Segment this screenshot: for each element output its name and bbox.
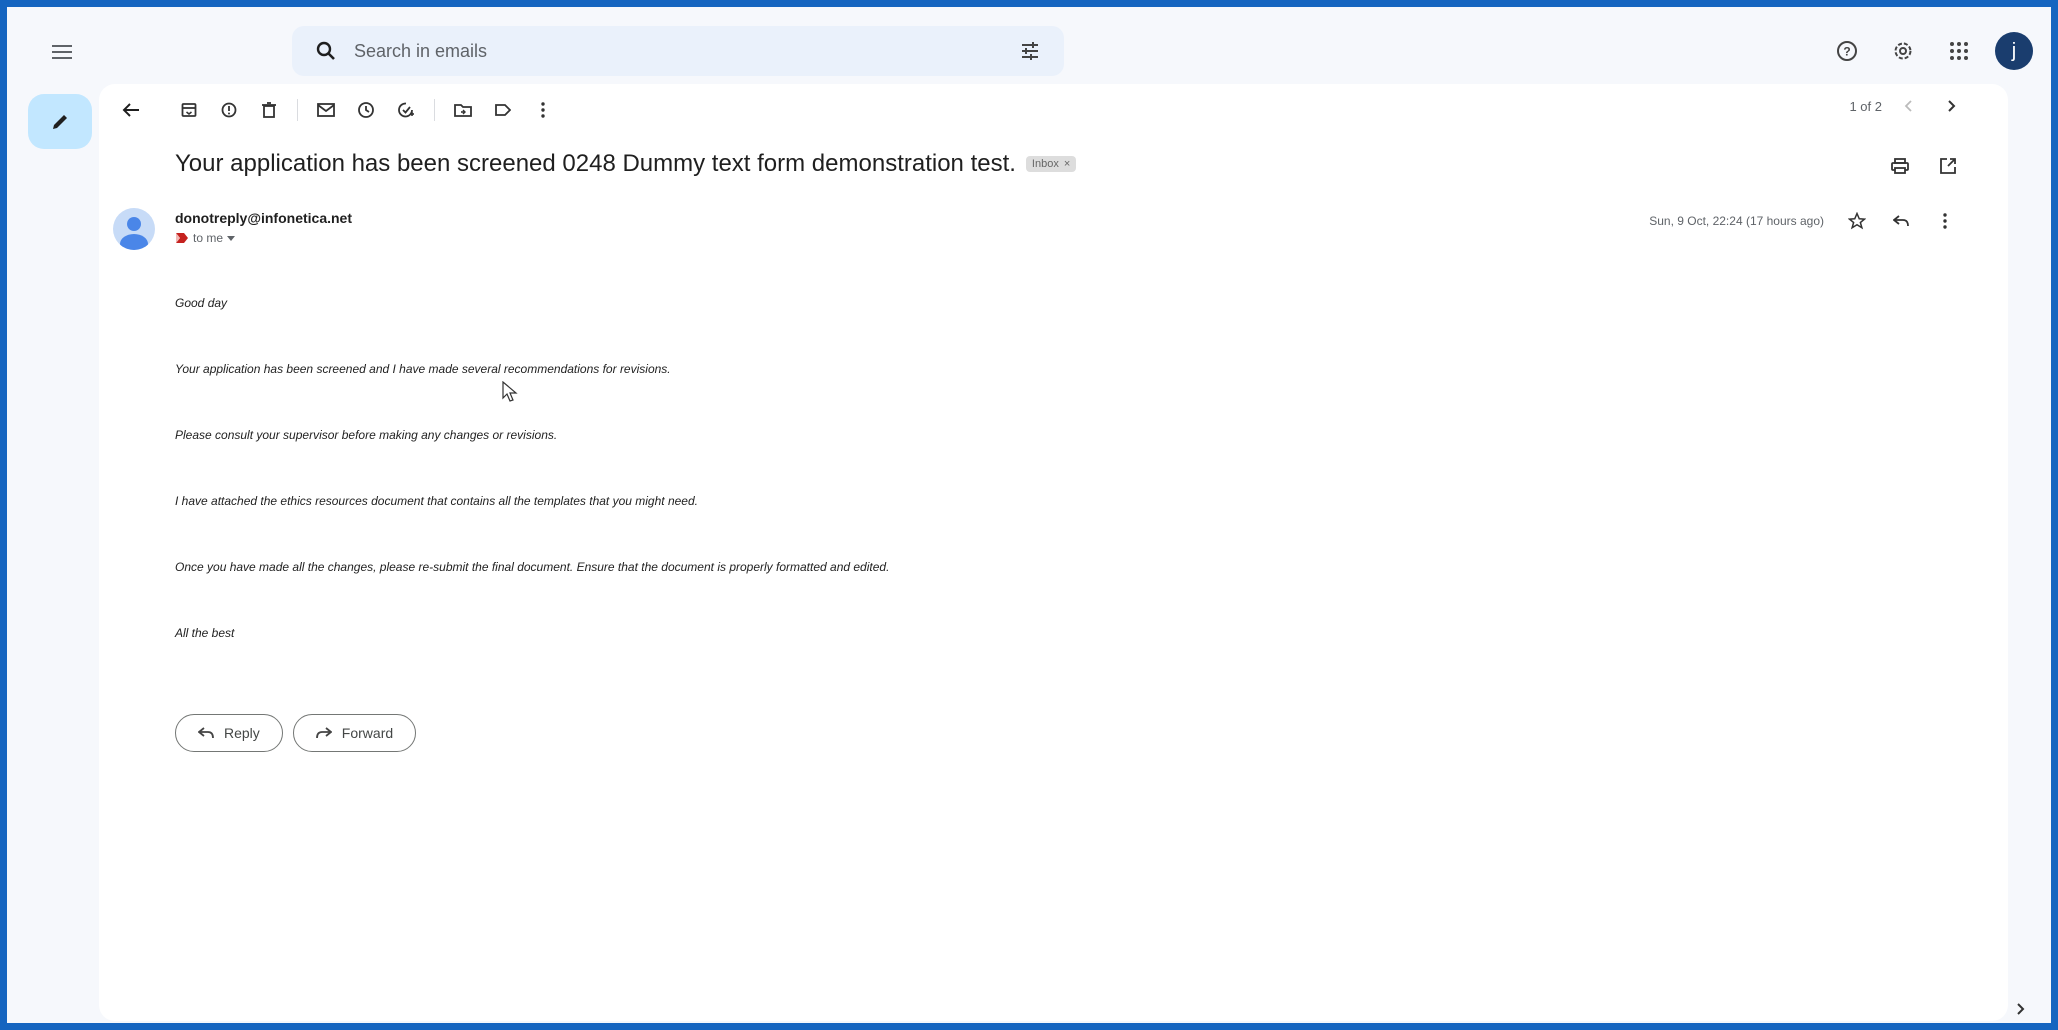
star-icon[interactable]: [1840, 204, 1874, 238]
compose-button[interactable]: [28, 94, 92, 149]
pagination-count: 1 of 2: [1849, 98, 1882, 114]
pencil-icon: [53, 114, 67, 129]
help-icon[interactable]: ?: [1827, 31, 1867, 71]
search-icon[interactable]: [312, 37, 340, 65]
to-me-text: to me: [193, 231, 224, 245]
message-meta: Sun, 9 Oct, 22:24 (17 hours ago): [1649, 204, 1962, 238]
sender-email[interactable]: donotreply@infonetica.net: [175, 210, 352, 226]
open-in-new-window-icon[interactable]: [1930, 148, 1966, 184]
reply-arrow-icon[interactable]: [1884, 204, 1918, 238]
body-paragraph: Once you have made all the changes, plea…: [175, 560, 890, 574]
reply-button[interactable]: Reply: [175, 714, 283, 752]
more-vertical-icon[interactable]: [523, 90, 563, 130]
pagination: 1 of 2: [1849, 88, 1970, 124]
body-paragraph: Your application has been screened and I…: [175, 362, 671, 376]
archive-icon[interactable]: [169, 90, 209, 130]
top-right-controls: ? j: [1827, 31, 2033, 71]
add-to-tasks-icon[interactable]: [386, 90, 426, 130]
print-icon[interactable]: [1882, 148, 1918, 184]
inbox-label-text: Inbox: [1031, 158, 1059, 170]
body-paragraph: I have attached the ethics resources doc…: [175, 494, 698, 508]
apps-grid-icon[interactable]: [1939, 31, 1979, 71]
body-paragraph: Please consult your supervisor before ma…: [175, 428, 558, 442]
recipient-line: to me: [175, 231, 236, 245]
reply-arrow-icon: [198, 727, 214, 739]
forward-button[interactable]: Forward: [292, 714, 417, 752]
newer-chevron-left-icon[interactable]: [1890, 88, 1926, 124]
settings-gear-icon[interactable]: [1883, 31, 1923, 71]
report-spam-icon[interactable]: [209, 90, 249, 130]
importance-marker-icon[interactable]: [175, 232, 189, 244]
search-input[interactable]: [354, 40, 1016, 62]
inbox-label-chip: Inbox ×: [1025, 156, 1077, 172]
mouse-cursor-icon: [502, 380, 518, 408]
subject-row: Your application has been screened 0248 …: [175, 150, 1077, 178]
mark-unread-envelope-icon[interactable]: [306, 90, 346, 130]
svg-text:?: ?: [1843, 45, 1850, 59]
toolbar-divider: [434, 99, 435, 121]
move-to-folder-icon[interactable]: [443, 90, 483, 130]
reply-button-label: Reply: [224, 725, 260, 741]
account-avatar[interactable]: j: [1995, 32, 2033, 70]
message-more-vertical-icon[interactable]: [1928, 204, 1962, 238]
body-paragraph: Good day: [175, 296, 228, 310]
gmail-window: ? j: [0, 0, 2058, 1030]
reply-actions: Reply Forward: [175, 714, 417, 752]
email-subject: Your application has been screened 0248 …: [175, 150, 1016, 177]
sender-avatar[interactable]: [113, 208, 155, 250]
recipient-details-dropdown-icon[interactable]: [227, 235, 236, 241]
email-reading-pane: 1 of 2 Your application has been screene…: [99, 84, 2008, 1021]
snooze-clock-icon[interactable]: [346, 90, 386, 130]
forward-button-label: Forward: [341, 725, 394, 741]
email-date: Sun, 9 Oct, 22:24 (17 hours ago): [1649, 214, 1824, 228]
delete-trash-icon[interactable]: [249, 90, 289, 130]
toolbar-divider: [297, 99, 298, 121]
search-bar: [292, 26, 1064, 76]
forward-arrow-icon: [315, 727, 332, 739]
label-tag-icon[interactable]: [483, 90, 523, 130]
back-arrow-icon[interactable]: [111, 90, 151, 130]
search-options-icon[interactable]: [1016, 37, 1044, 65]
body-paragraph: All the best: [175, 626, 235, 640]
remove-label-x-icon[interactable]: ×: [1064, 158, 1070, 170]
email-toolbar: [111, 86, 2020, 134]
subject-actions: [1882, 148, 1966, 184]
expand-side-panel-chevron-icon[interactable]: [2009, 997, 2033, 1021]
main-menu-icon[interactable]: [40, 35, 84, 69]
older-chevron-right-icon[interactable]: [1934, 88, 1970, 124]
